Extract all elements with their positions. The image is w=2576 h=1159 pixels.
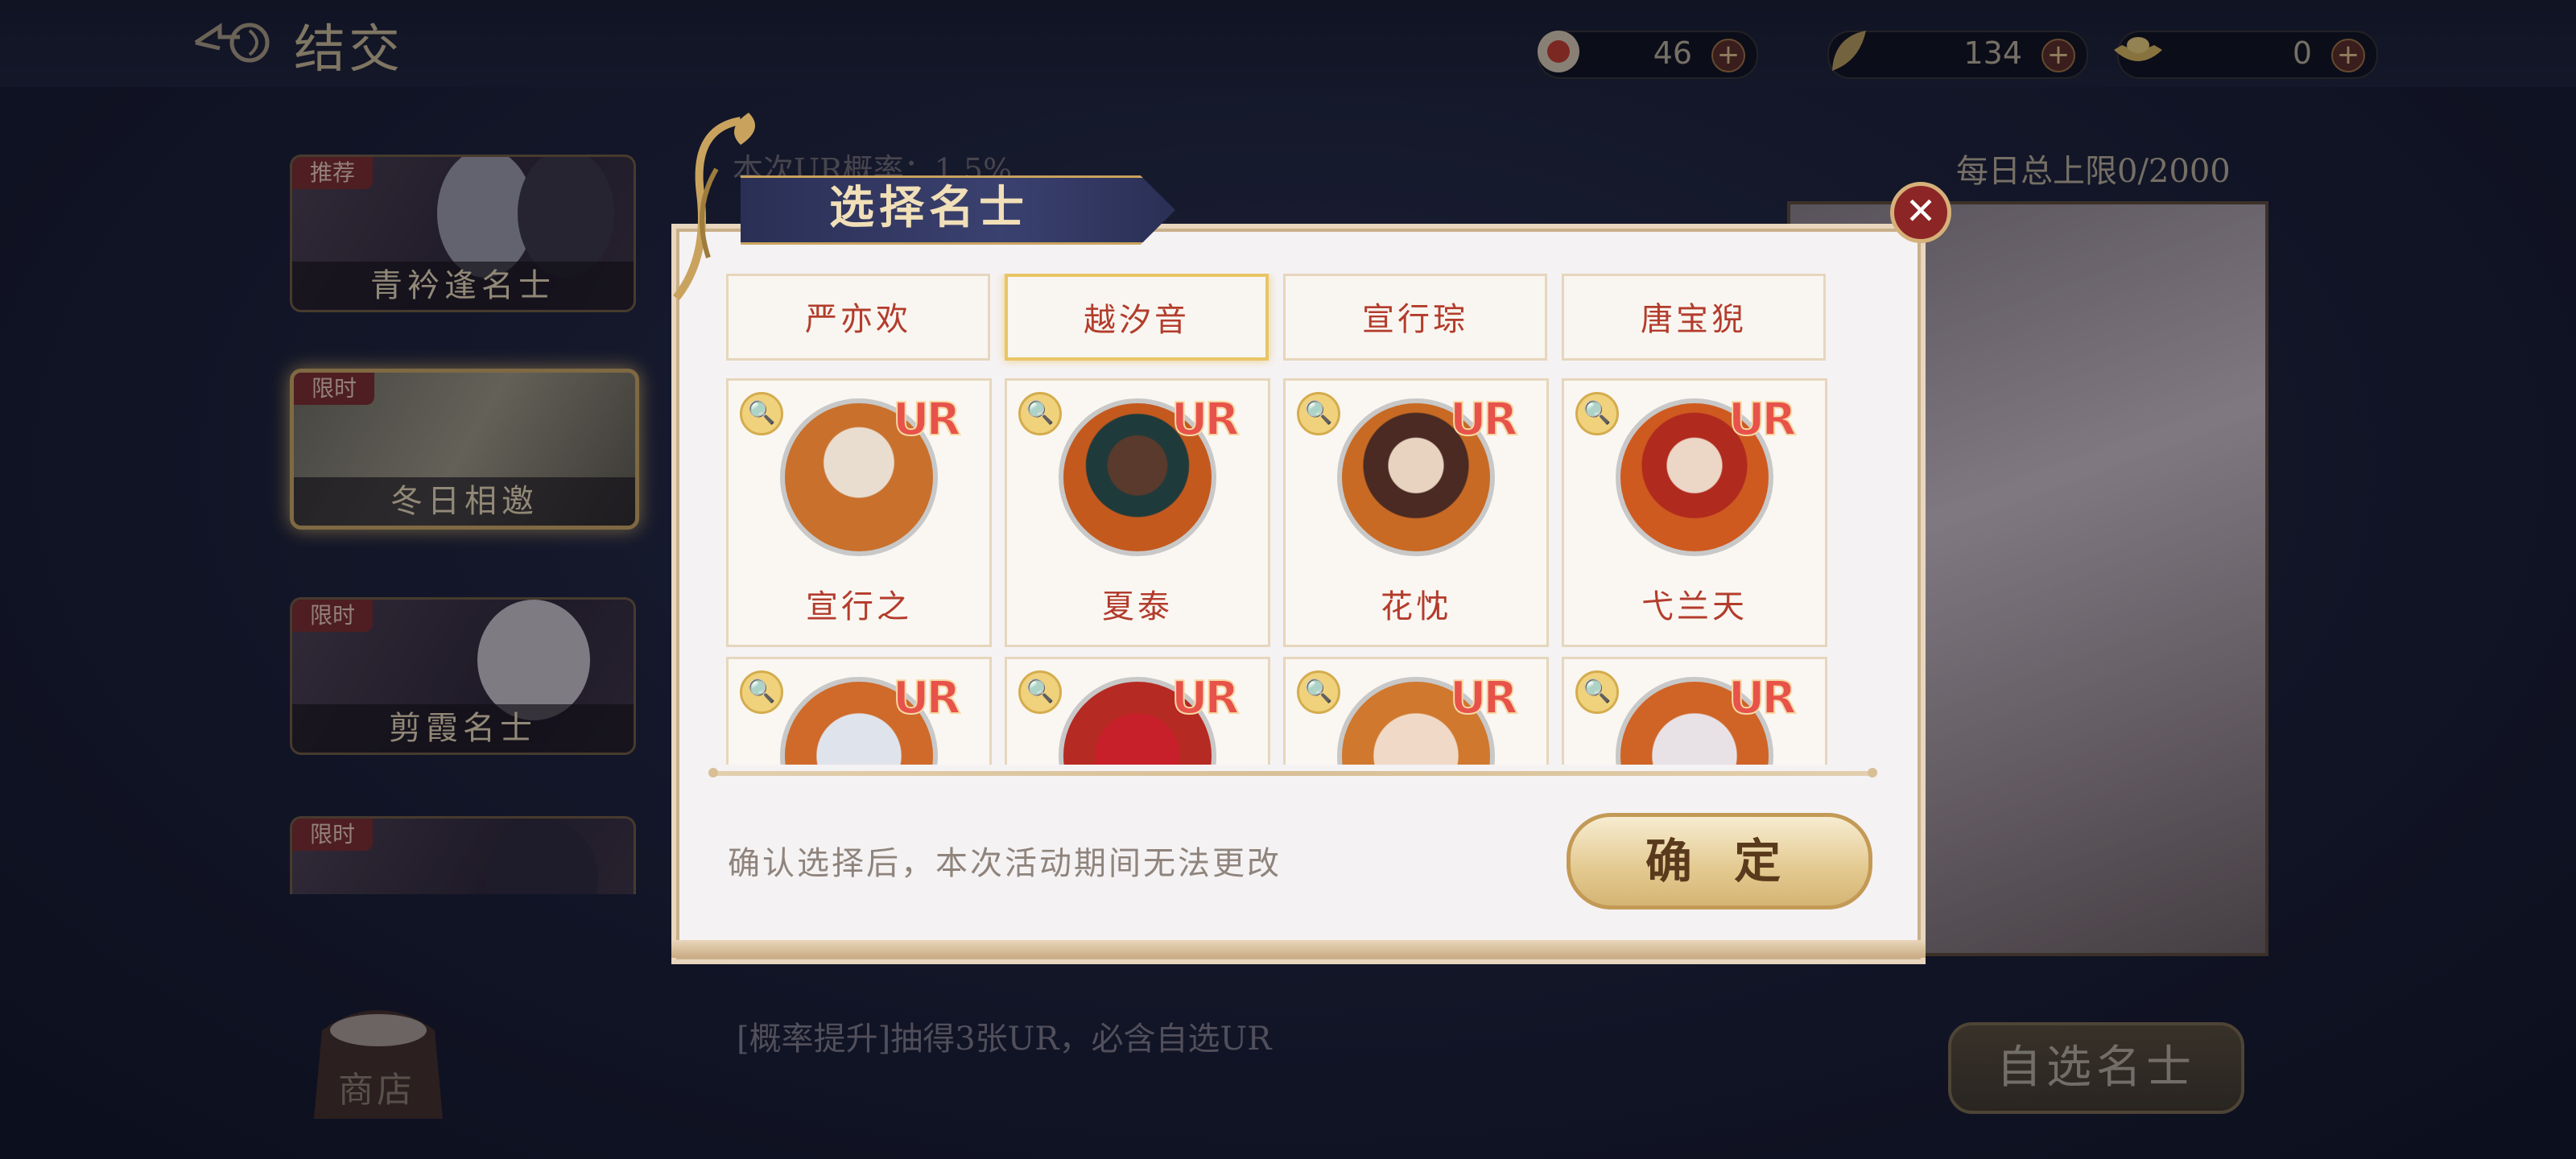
scholar-tab[interactable]: 宣行琮 bbox=[1283, 274, 1547, 361]
zoom-icon[interactable]: 🔍 bbox=[740, 670, 783, 714]
scholar-card[interactable]: 🔍 UR 宣行之 bbox=[726, 378, 992, 647]
divider-dot bbox=[1868, 768, 1877, 777]
ur-badge: UR bbox=[892, 671, 962, 725]
zoom-icon[interactable]: 🔍 bbox=[740, 392, 783, 435]
zoom-icon[interactable]: 🔍 bbox=[1297, 392, 1340, 435]
zoom-icon[interactable]: 🔍 bbox=[1018, 670, 1062, 714]
scholar-card[interactable]: 🔍 UR 弋兰天 bbox=[1562, 378, 1827, 647]
ur-badge: UR bbox=[1449, 671, 1519, 725]
confirm-button[interactable]: 确 定 bbox=[1567, 813, 1872, 909]
ur-badge: UR bbox=[1728, 393, 1798, 447]
scholar-grid: 严亦欢 越汐音 宣行琮 唐宝猊 🔍 UR 宣行之 🔍 UR 夏泰 🔍 UR 花忱… bbox=[716, 274, 1843, 765]
dialog-bottom-trim bbox=[671, 940, 1926, 958]
dialog-title: 选择名士 bbox=[829, 181, 1029, 234]
scholar-card[interactable]: 🔍 UR bbox=[726, 657, 992, 765]
scholar-card[interactable]: 🔍 UR 夏泰 bbox=[1005, 378, 1270, 647]
ur-badge: UR bbox=[892, 393, 962, 447]
scholar-tab[interactable]: 唐宝猊 bbox=[1562, 274, 1826, 361]
scholar-card[interactable]: 🔍 UR 花忱 bbox=[1283, 378, 1549, 647]
zoom-icon[interactable]: 🔍 bbox=[1297, 670, 1340, 714]
scholar-name: 夏泰 bbox=[1102, 588, 1173, 625]
confirm-hint-text: 确认选择后，本次活动期间无法更改 bbox=[728, 845, 1282, 882]
divider-dot bbox=[708, 768, 718, 777]
scholar-tab[interactable]: 严亦欢 bbox=[726, 274, 990, 361]
ur-badge: UR bbox=[1728, 671, 1798, 725]
zoom-icon[interactable]: 🔍 bbox=[1575, 670, 1619, 714]
ur-badge: UR bbox=[1170, 393, 1241, 447]
scholar-name: 花忱 bbox=[1381, 588, 1451, 625]
zoom-icon[interactable]: 🔍 bbox=[1018, 392, 1062, 435]
scholar-card[interactable]: 🔍 UR bbox=[1005, 657, 1270, 765]
ur-badge: UR bbox=[1449, 393, 1519, 447]
scholar-name: 宣行之 bbox=[806, 588, 912, 625]
scholar-card[interactable]: 🔍 UR bbox=[1562, 657, 1827, 765]
zoom-icon[interactable]: 🔍 bbox=[1575, 392, 1619, 435]
scholar-tab-selected[interactable]: 越汐音 bbox=[1005, 274, 1269, 361]
close-button[interactable]: ✕ bbox=[1890, 182, 1951, 243]
scholar-card[interactable]: 🔍 UR bbox=[1283, 657, 1549, 765]
grid-divider bbox=[712, 771, 1876, 776]
scholar-name: 弋兰天 bbox=[1641, 588, 1748, 625]
ur-badge: UR bbox=[1170, 671, 1241, 725]
